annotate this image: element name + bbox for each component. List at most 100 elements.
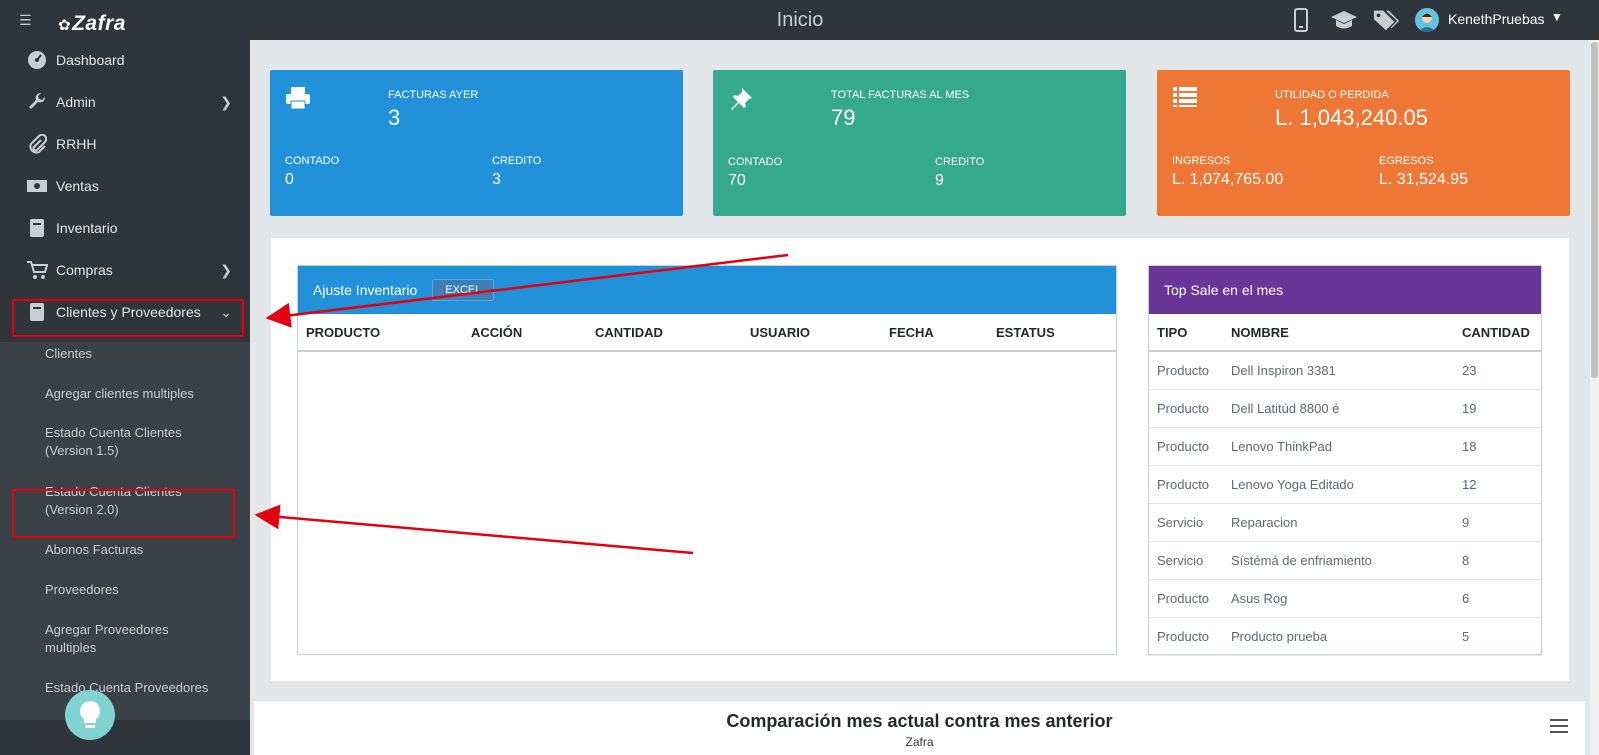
card-left-value: 70 <box>728 172 746 189</box>
row-tipo: Producto <box>1157 591 1210 606</box>
card-left-label: CONTADO <box>728 156 783 168</box>
sidebar: Dashboard Admin ❯ RRHH Ventas Inventario… <box>0 40 250 755</box>
sidebar-item-inventario[interactable]: Inventario <box>0 208 250 248</box>
column-header[interactable]: USUARIO <box>750 325 810 340</box>
wrench-icon <box>26 91 48 113</box>
sidebar-item-ventas[interactable]: Ventas <box>0 166 250 206</box>
row-cantidad: 6 <box>1462 591 1470 606</box>
row-cantidad: 19 <box>1462 401 1477 416</box>
sidebar-toggle-icon[interactable]: ☰ <box>19 12 32 29</box>
card-label: UTILIDAD O PERDIDA <box>1275 89 1389 101</box>
printer-icon <box>285 86 311 115</box>
top-navbar: ☰ ✿Zafra Inicio KenethPruebas ▼ <box>0 0 1599 40</box>
sidebar-item-compras[interactable]: Compras ❯ <box>0 250 250 290</box>
submenu-item-estado-cuenta-v20[interactable]: Estado Cuenta Clientes (Version 2.0) <box>45 483 195 519</box>
sidebar-item-dashboard[interactable]: Dashboard <box>0 40 250 80</box>
card-label: FACTURAS AYER <box>388 89 479 101</box>
mobile-icon[interactable] <box>1287 6 1315 34</box>
card-left-label: CONTADO <box>285 155 340 167</box>
row-nombre: Asus Rog <box>1231 591 1288 606</box>
table-row: Producto Asus Rog 6 <box>1149 580 1541 618</box>
row-cantidad: 5 <box>1462 629 1470 644</box>
card-facturas-ayer: FACTURAS AYER 3 CONTADO 0 CREDITO 3 <box>270 70 683 216</box>
chevron-right-icon: ❯ <box>220 261 232 278</box>
paperclip-icon <box>26 133 48 155</box>
sidebar-item-rrhh[interactable]: RRHH <box>0 124 250 164</box>
submenu-item-abonos-facturas[interactable]: Abonos Facturas <box>45 541 240 559</box>
chart-title: Comparación mes actual contra mes anteri… <box>726 711 1113 731</box>
chart-subtitle: Zafra <box>905 735 934 749</box>
card-right-label: CREDITO <box>935 156 985 168</box>
card-value: 3 <box>388 105 401 130</box>
row-nombre: Lenovo Yoga Editado <box>1231 477 1354 492</box>
scrollbar-thumb[interactable] <box>1591 42 1598 378</box>
column-header[interactable]: CANTIDAD <box>595 325 663 340</box>
pin-icon <box>728 86 754 117</box>
book-icon <box>26 217 48 239</box>
card-left-value: L. 1,074,765.00 <box>1172 171 1284 188</box>
excel-button[interactable]: EXCEL <box>432 279 495 301</box>
inventory-header: Ajuste Inventario EXCEL <box>298 266 1116 314</box>
chevron-down-icon[interactable]: ▼ <box>1551 10 1563 24</box>
graduation-cap-icon[interactable] <box>1330 6 1358 34</box>
inventory-column-headers: PRODUCTO ACCIÓN CANTIDAD USUARIO FECHA E… <box>298 314 1116 352</box>
row-tipo: Producto <box>1157 629 1210 644</box>
card-label: TOTAL FACTURAS AL MES <box>831 89 970 101</box>
table-row: Producto Lenovo ThinkPad 18 <box>1149 428 1541 466</box>
comparison-chart: Comparación mes actual contra mes anteri… <box>254 701 1585 755</box>
submenu-item-proveedores[interactable]: Proveedores <box>45 581 240 599</box>
top-sale-rows: Producto Dell Inspiron 3381 23 Producto Dell… <box>1149 352 1541 656</box>
column-header[interactable]: ESTATUS <box>996 325 1055 340</box>
inventory-title: Ajuste Inventario <box>313 282 418 298</box>
card-value: 79 <box>831 105 856 130</box>
sidebar-item-clientes-proveedores[interactable]: Clientes y Proveedores ⌄ <box>0 292 250 332</box>
card-value: L. 1,043,240.05 <box>1275 105 1428 130</box>
row-cantidad: 9 <box>1462 515 1470 530</box>
column-header[interactable]: NOMBRE <box>1231 325 1289 340</box>
submenu-item-estado-cuenta-v15[interactable]: Estado Cuenta Clientes (Version 1.5) <box>45 424 195 460</box>
submenu-item-clientes[interactable]: Clientes <box>45 345 240 363</box>
row-nombre: Sístémá de enfriamiento <box>1231 553 1372 568</box>
column-header[interactable]: CANTIDAD <box>1462 325 1530 340</box>
avatar[interactable] <box>1415 8 1439 32</box>
card-right-value: 3 <box>492 171 501 188</box>
column-header[interactable]: ACCIÓN <box>471 325 522 340</box>
inventory-adjustment-table: Ajuste Inventario EXCEL PRODUCTO ACCIÓN … <box>297 265 1117 655</box>
hamburger-menu-icon[interactable] <box>1550 719 1568 738</box>
submenu-item-agregar-clientes[interactable]: Agregar clientes multiples <box>45 385 240 403</box>
table-row: Servicio Sístémá de enfriamiento 8 <box>1149 542 1541 580</box>
brand-logo[interactable]: ✿Zafra <box>58 12 126 36</box>
lightbulb-icon[interactable] <box>65 690 115 740</box>
tags-icon[interactable] <box>1372 6 1400 34</box>
row-tipo: Producto <box>1157 401 1210 416</box>
chevron-right-icon: ❯ <box>220 93 232 110</box>
row-tipo: Servicio <box>1157 553 1204 568</box>
row-nombre: Dell Latitúd 8800 é <box>1231 401 1340 416</box>
dashboard-icon <box>26 49 48 71</box>
row-cantidad: 12 <box>1462 477 1477 492</box>
table-row: Servicio Reparacion 9 <box>1149 504 1541 542</box>
column-header[interactable]: FECHA <box>889 325 934 340</box>
column-header[interactable]: PRODUCTO <box>306 325 380 340</box>
username[interactable]: KenethPruebas <box>1448 11 1545 27</box>
column-header[interactable]: TIPO <box>1157 325 1187 340</box>
top-sale-title: Top Sale en el mes <box>1149 266 1541 314</box>
top-sale-table: Top Sale en el mes TIPO NOMBRE CANTIDAD … <box>1148 265 1542 656</box>
list-icon <box>1172 86 1198 113</box>
table-row: Producto Dell Inspiron 3381 23 <box>1149 352 1541 390</box>
card-right-label: EGRESOS <box>1379 155 1434 167</box>
row-cantidad: 18 <box>1462 439 1477 454</box>
card-utilidad-perdida: UTILIDAD O PERDIDA L. 1,043,240.05 INGRE… <box>1157 70 1570 216</box>
table-row: Producto Lenovo Yoga Editado 12 <box>1149 466 1541 504</box>
row-cantidad: 23 <box>1462 363 1477 378</box>
row-tipo: Producto <box>1157 477 1210 492</box>
row-nombre: Lenovo ThinkPad <box>1231 439 1332 454</box>
row-nombre: Producto prueba <box>1231 629 1328 644</box>
card-total-facturas-mes: TOTAL FACTURAS AL MES 79 CONTADO 70 CRED… <box>713 70 1126 216</box>
sidebar-item-admin[interactable]: Admin ❯ <box>0 82 250 122</box>
card-right-value: L. 31,524.95 <box>1379 171 1468 188</box>
card-left-value: 0 <box>285 171 294 188</box>
table-row: Producto Producto prueba 5 <box>1149 618 1541 656</box>
submenu-item-agregar-proveedores[interactable]: Agregar Proveedores multiples <box>45 621 195 657</box>
money-icon <box>26 175 48 197</box>
